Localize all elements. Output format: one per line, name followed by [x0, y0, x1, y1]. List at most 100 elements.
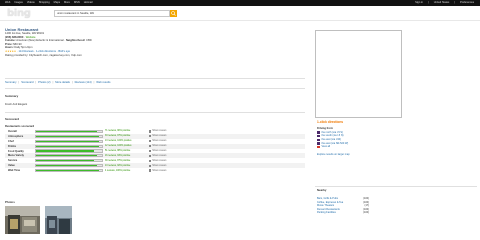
- nearby-list: Bars, Grills & Pubs (100) Coffee, Espress…: [317, 197, 369, 215]
- nav-link-shopping[interactable]: Shopping: [39, 1, 50, 4]
- directions-panel: 1-click directions Driving from: the nor…: [317, 120, 427, 156]
- scorecard-row-label: Value: [8, 164, 15, 168]
- nearby-title: Nearby: [317, 188, 327, 192]
- nearby-item[interactable]: Parking Facilities (100): [317, 211, 369, 215]
- car-icon: [317, 142, 320, 145]
- cuisine-label: Cuisine:: [5, 39, 16, 43]
- neighborhood-label: Neighborhood:: [65, 39, 86, 43]
- map-thumbnail[interactable]: [315, 30, 402, 118]
- score-percent: 4 reviews, 100% positive: [105, 169, 131, 172]
- score-bar-fill: [36, 169, 99, 172]
- tab-more-details[interactable]: More details: [55, 81, 70, 84]
- nav-separator: |: [428, 1, 429, 4]
- plus-icon: +: [149, 140, 152, 143]
- scorecard-row: Wait Time 4 reviews, 100% positive + Show r…: [5, 168, 305, 173]
- search-button[interactable]: [170, 10, 177, 17]
- tab-scorecard[interactable]: Scorecard: [21, 81, 33, 84]
- scorecard-title: Scorecard: [5, 117, 20, 121]
- tab-summary[interactable]: Summary: [5, 81, 17, 84]
- summary-title: Summary: [5, 94, 19, 98]
- tab-web-results[interactable]: Web results: [96, 81, 110, 84]
- click-directions-link[interactable]: 1-click directions: [36, 50, 56, 53]
- nav-link-images[interactable]: Images: [14, 1, 23, 4]
- scorecard-row-label: Overall: [8, 129, 17, 133]
- explore-map-link[interactable]: Explore results on larger map: [317, 153, 427, 156]
- birds-eye-link[interactable]: Bird's eye: [58, 50, 70, 53]
- plus-icon: +: [149, 169, 152, 172]
- score-bar: [35, 154, 103, 158]
- directions-title[interactable]: 1-click directions: [317, 120, 427, 124]
- header: bing: [0, 6, 480, 21]
- show-reviews-label: Show reviews: [152, 169, 167, 172]
- score-bar-fill: [36, 135, 99, 137]
- show-reviews-label: Show reviews: [152, 130, 167, 133]
- score-percent: 39 reviews, 87% positive: [105, 159, 131, 162]
- show-reviews-toggle[interactable]: + Show reviews: [149, 140, 166, 143]
- nav-link-maps[interactable]: Maps: [54, 1, 60, 4]
- score-bar: [35, 144, 103, 148]
- search-box: [54, 10, 170, 17]
- show-reviews-label: Show reviews: [152, 164, 167, 167]
- plus-icon: +: [149, 164, 152, 167]
- tab-reviews[interactable]: Reviews (114): [75, 81, 92, 84]
- nav-link-web[interactable]: Web: [5, 1, 10, 4]
- show-reviews-label: Show reviews: [152, 135, 167, 138]
- score-percent: 33 reviews, 97% positive: [105, 135, 131, 138]
- restaurant-photo[interactable]: [5, 206, 40, 234]
- show-reviews-toggle[interactable]: + Show reviews: [149, 164, 167, 167]
- score-bar-fill: [36, 140, 99, 142]
- show-reviews-toggle[interactable]: + Show reviews: [149, 159, 167, 162]
- score-bar: [35, 159, 103, 163]
- hours-value: Daily 5pm-9pm: [14, 46, 33, 50]
- plus-icon: +: [149, 145, 152, 148]
- show-reviews-label: Show reviews: [152, 150, 167, 152]
- preferences-link[interactable]: Preferences: [460, 1, 474, 4]
- scorecard-row-label: Atmosphere: [8, 134, 24, 138]
- show-reviews-toggle[interactable]: + Show reviews: [149, 169, 167, 172]
- top-nav-right: Sign in | United States | Preferences: [415, 1, 474, 4]
- detail-tabs: Summary | Scorecard | Photos (2) | More det…: [5, 81, 111, 84]
- show-reviews-label: Show reviews: [152, 145, 167, 148]
- plus-icon: +: [149, 130, 152, 133]
- score-bar-fill: [36, 150, 95, 152]
- bing-logo[interactable]: bing: [7, 8, 31, 19]
- tab-photos[interactable]: Photos (2): [38, 81, 50, 84]
- score-bar: [35, 168, 103, 173]
- show-reviews-toggle[interactable]: + Show reviews: [149, 130, 167, 133]
- scorecard-row-label: Food Quality: [8, 149, 24, 153]
- show-reviews-toggle[interactable]: + Show reviews: [149, 149, 167, 153]
- scorecard-row-label: Chef: [8, 139, 14, 143]
- scorecard-row-label: Drinks: [8, 144, 17, 148]
- nav-link-videos[interactable]: Videos: [27, 1, 35, 4]
- nav-link-hotmail[interactable]: Hotmail: [84, 1, 93, 4]
- show-reviews-toggle[interactable]: + Show reviews: [149, 145, 167, 148]
- rating-stars: ★★★★★: [5, 49, 17, 53]
- direction-view-all[interactable]: View all: [317, 145, 427, 149]
- show-reviews-toggle[interactable]: + Show reviews: [149, 135, 167, 138]
- search-icon: [171, 11, 176, 16]
- sign-in-link[interactable]: Sign in: [415, 1, 423, 4]
- score-percent: 13 reviews, 92% positive: [105, 164, 131, 167]
- car-icon: [317, 131, 320, 134]
- scorecard-row-label: Menu Variety: [8, 154, 25, 158]
- show-reviews-label: Show reviews: [152, 159, 167, 162]
- score-bar: [35, 164, 103, 168]
- summary-text: Fresh And Elegant: [5, 103, 28, 106]
- plus-icon: +: [149, 159, 152, 162]
- score-percent: 12 reviews, 100% positive: [105, 145, 132, 148]
- nav-separator: |: [454, 1, 455, 4]
- score-percent: 16 reviews, 94% positive: [105, 154, 131, 157]
- divider: [315, 186, 477, 187]
- restaurant-photo[interactable]: [45, 206, 72, 234]
- nav-link-msn[interactable]: MSN: [74, 1, 80, 4]
- show-reviews-toggle[interactable]: + Show reviews: [149, 154, 166, 157]
- plus-icon: +: [149, 135, 152, 138]
- search-input[interactable]: [55, 11, 163, 16]
- business-info: Union Restaurant 1400 1st Ave, Seattle, …: [5, 27, 255, 57]
- cuisine-value: American (New) Eclectic & International: [16, 39, 64, 43]
- reviews-link[interactable]: 114 Reviews: [18, 50, 33, 53]
- nav-link-more[interactable]: More: [64, 1, 70, 4]
- scorecard-table: Restaurants scorecard Overall 71 reviews,…: [5, 125, 305, 173]
- region-link[interactable]: United States: [434, 1, 450, 4]
- score-percent: 71 reviews, 90% positive: [105, 130, 131, 133]
